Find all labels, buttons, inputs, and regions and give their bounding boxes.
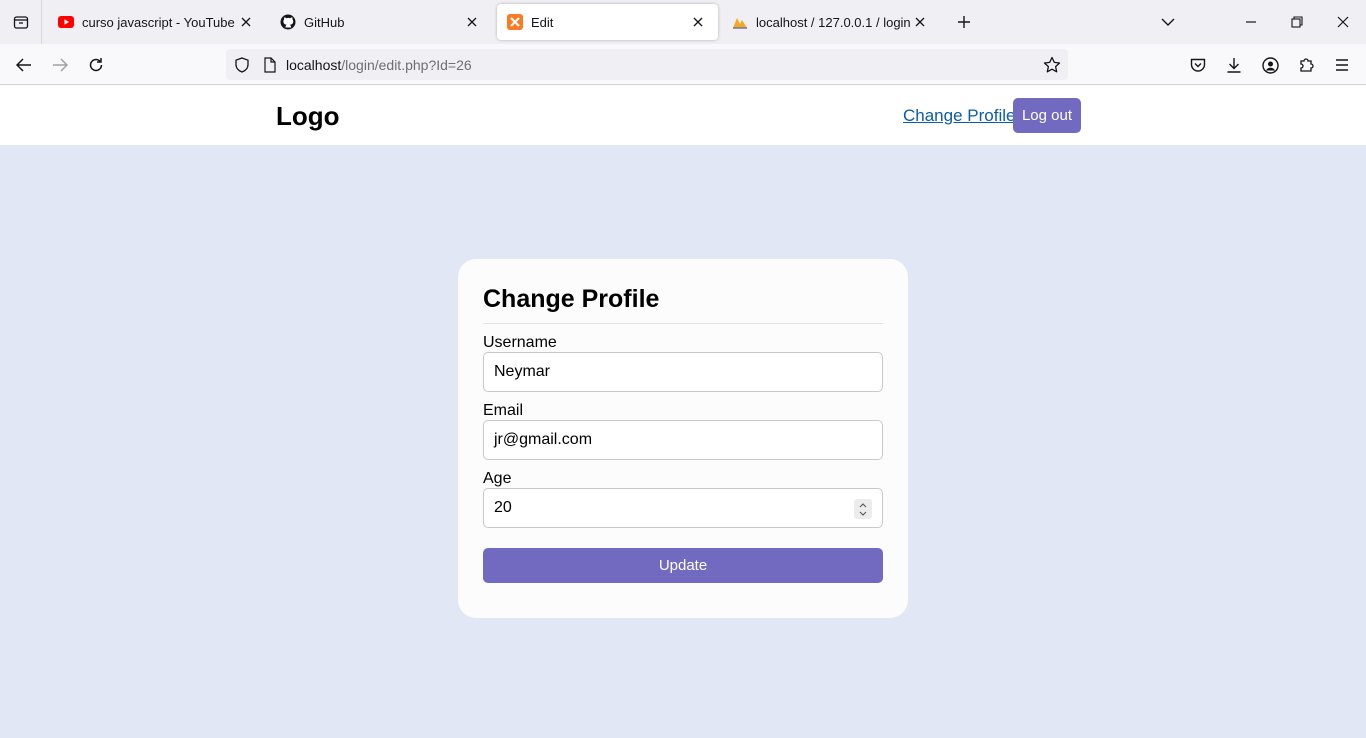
- divider: [483, 323, 883, 324]
- change-profile-link[interactable]: Change Profile: [903, 106, 1015, 126]
- url-path: /login/edit.php?Id=26: [341, 56, 472, 73]
- arrow-right-icon: [53, 58, 68, 72]
- chevron-down-icon[interactable]: [859, 511, 867, 516]
- restore-icon: [1291, 16, 1303, 28]
- menu-button[interactable]: [1327, 50, 1357, 80]
- phpmyadmin-icon: [732, 14, 748, 30]
- download-icon: [1227, 58, 1241, 73]
- chevron-down-icon: [1161, 18, 1175, 26]
- email-input[interactable]: jr@gmail.com: [483, 420, 883, 460]
- age-label: Age: [483, 470, 512, 487]
- youtube-icon: [58, 14, 74, 30]
- page-title: Change Profile: [483, 285, 660, 313]
- username-input[interactable]: Neymar: [483, 352, 883, 392]
- list-all-tabs-button[interactable]: [1156, 10, 1180, 34]
- address-bar[interactable]: localhost/login/edit.php?Id=26: [226, 49, 1068, 80]
- age-input[interactable]: 20: [483, 488, 883, 528]
- reload-button[interactable]: [81, 50, 111, 80]
- reload-icon: [89, 58, 103, 72]
- site-header: Logo Change Profile Log out: [0, 85, 1366, 145]
- update-button[interactable]: Update: [483, 548, 883, 583]
- close-window-button[interactable]: [1320, 0, 1366, 44]
- tab-title: curso javascript - YouTube: [82, 14, 235, 30]
- age-value: 20: [494, 499, 512, 516]
- hamburger-icon: [1336, 59, 1348, 71]
- tab-youtube[interactable]: curso javascript - YouTube: [48, 4, 266, 40]
- shield-icon[interactable]: [232, 55, 252, 75]
- tab-overview-button[interactable]: [0, 0, 42, 44]
- username-value: Neymar: [494, 363, 551, 380]
- tab-edit[interactable]: Edit: [497, 4, 718, 40]
- url-host: localhost: [286, 56, 342, 73]
- minimize-button[interactable]: [1228, 0, 1274, 44]
- forward-button[interactable]: [45, 50, 75, 80]
- firefox-view-icon: [13, 16, 28, 29]
- account-button[interactable]: [1255, 50, 1285, 80]
- logo[interactable]: Logo: [276, 101, 340, 132]
- new-tab-button[interactable]: [952, 10, 976, 34]
- logout-button[interactable]: Log out: [1013, 98, 1081, 133]
- tab-phpmyadmin[interactable]: localhost / 127.0.0.1 / login / us: [722, 4, 940, 40]
- age-stepper[interactable]: [854, 499, 872, 519]
- email-label: Email: [483, 402, 524, 419]
- pocket-button[interactable]: [1183, 50, 1213, 80]
- star-icon[interactable]: [1042, 55, 1062, 75]
- email-value: jr@gmail.com: [494, 431, 593, 448]
- pocket-icon: [1190, 58, 1206, 72]
- close-icon: [1337, 16, 1349, 28]
- change-profile-card: Change Profile Username Neymar Email jr@…: [458, 259, 908, 618]
- arrow-left-icon: [16, 58, 31, 72]
- close-icon[interactable]: [236, 12, 256, 32]
- account-icon: [1261, 56, 1279, 74]
- back-button[interactable]: [9, 50, 39, 80]
- close-icon[interactable]: [462, 12, 482, 32]
- minimize-icon: [1246, 21, 1256, 23]
- xampp-icon: [507, 14, 523, 30]
- tab-title: GitHub: [304, 14, 345, 30]
- url-text[interactable]: localhost/login/edit.php?Id=26: [286, 57, 472, 73]
- downloads-button[interactable]: [1219, 50, 1249, 80]
- close-icon[interactable]: [910, 12, 930, 32]
- tab-title: localhost / 127.0.0.1 / login / us: [756, 14, 910, 30]
- plus-icon: [958, 16, 970, 28]
- browser-tab-bar: curso javascript - YouTube GitHub Edit l…: [0, 0, 1366, 44]
- puzzle-icon: [1300, 58, 1314, 72]
- browser-nav-bar: localhost/login/edit.php?Id=26: [0, 44, 1366, 85]
- chevron-up-icon[interactable]: [859, 502, 867, 508]
- tab-github[interactable]: GitHub: [270, 4, 492, 40]
- restore-button[interactable]: [1274, 0, 1320, 44]
- page-icon[interactable]: [260, 55, 280, 75]
- close-icon[interactable]: [688, 12, 708, 32]
- username-label: Username: [483, 334, 557, 351]
- tab-title: Edit: [531, 14, 554, 30]
- github-icon: [280, 14, 296, 30]
- extensions-button[interactable]: [1291, 50, 1321, 80]
